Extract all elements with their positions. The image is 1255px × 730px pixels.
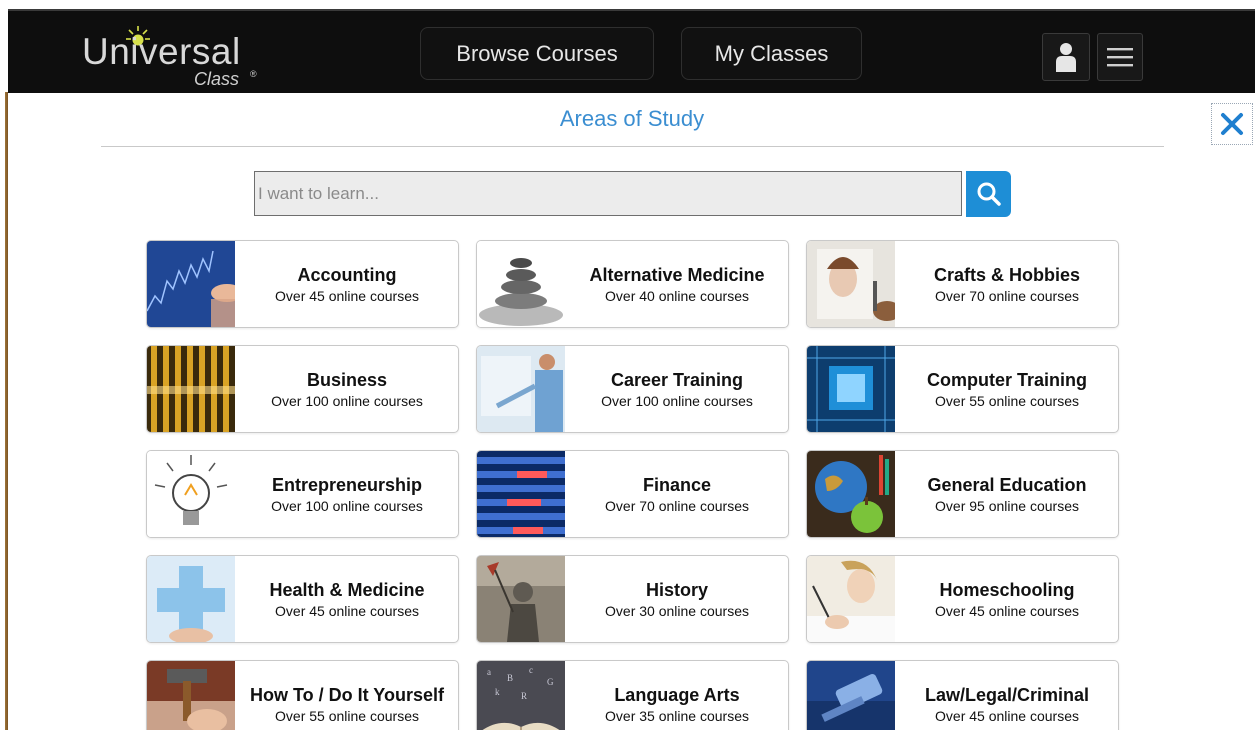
category-title: Computer Training bbox=[926, 369, 1087, 390]
category-course-count: Over 45 online courses bbox=[275, 287, 419, 304]
left-edge-border bbox=[0, 92, 8, 730]
search-button[interactable] bbox=[966, 171, 1011, 217]
svg-text:G: G bbox=[547, 677, 554, 687]
category-card-language-arts[interactable]: a Bc Gk R Language Arts Over 35 online cou… bbox=[476, 660, 789, 730]
accounting-thumbnail bbox=[147, 241, 235, 327]
gavel-thumbnail bbox=[807, 661, 895, 730]
logo-registered-mark: ® bbox=[250, 69, 257, 79]
category-card-history[interactable]: History Over 30 online courses bbox=[476, 555, 789, 643]
svg-text:R: R bbox=[521, 691, 527, 701]
category-card-health-medicine[interactable]: Health & Medicine Over 45 online courses bbox=[146, 555, 459, 643]
category-card-general-education[interactable]: General Education Over 95 online courses bbox=[806, 450, 1119, 538]
category-title: Crafts & Hobbies bbox=[933, 264, 1081, 285]
child-writing-thumbnail bbox=[807, 556, 895, 642]
category-card-accounting[interactable]: Accounting Over 45 online courses bbox=[146, 240, 459, 328]
category-title: Career Training bbox=[610, 369, 744, 390]
account-button[interactable] bbox=[1042, 33, 1090, 81]
hammer-thumbnail bbox=[147, 661, 235, 730]
category-course-count: Over 45 online courses bbox=[935, 602, 1079, 619]
category-course-count: Over 100 online courses bbox=[271, 497, 423, 514]
category-card-alternative-medicine[interactable]: Alternative Medicine Over 40 online cour… bbox=[476, 240, 789, 328]
category-card-entrepreneurship[interactable]: Entrepreneurship Over 100 online courses bbox=[146, 450, 459, 538]
category-card-crafts-hobbies[interactable]: Crafts & Hobbies Over 70 online courses bbox=[806, 240, 1119, 328]
svg-text:B: B bbox=[507, 673, 513, 683]
site-header: Universal Class ® Browse Courses My Clas… bbox=[8, 9, 1255, 93]
logo-subtext: Class bbox=[194, 69, 240, 89]
category-title: Health & Medicine bbox=[269, 579, 425, 600]
stock-ticker-thumbnail bbox=[477, 451, 565, 537]
category-card-business[interactable]: Business Over 100 online courses bbox=[146, 345, 459, 433]
category-course-count: Over 55 online courses bbox=[935, 392, 1079, 409]
category-card-homeschooling[interactable]: Homeschooling Over 45 online courses bbox=[806, 555, 1119, 643]
category-card-how-to-diy[interactable]: How To / Do It Yourself Over 55 online c… bbox=[146, 660, 459, 730]
globe-apple-thumbnail bbox=[807, 451, 895, 537]
category-card-career-training[interactable]: Career Training Over 100 online courses bbox=[476, 345, 789, 433]
svg-text:c: c bbox=[529, 665, 533, 675]
category-course-count: Over 45 online courses bbox=[935, 707, 1079, 724]
category-course-count: Over 100 online courses bbox=[271, 392, 423, 409]
category-title: Language Arts bbox=[614, 684, 740, 705]
search-icon bbox=[977, 182, 1001, 206]
category-course-count: Over 45 online courses bbox=[275, 602, 419, 619]
category-title: Finance bbox=[642, 474, 712, 495]
category-course-count: Over 95 online courses bbox=[935, 497, 1079, 514]
my-classes-button[interactable]: My Classes bbox=[681, 27, 862, 80]
category-title: Homeschooling bbox=[939, 579, 1075, 600]
category-course-count: Over 30 online courses bbox=[605, 602, 749, 619]
medical-cross-thumbnail bbox=[147, 556, 235, 642]
category-card-law-legal-criminal[interactable]: Law/Legal/Criminal Over 45 online course… bbox=[806, 660, 1119, 730]
category-title: Accounting bbox=[297, 264, 397, 285]
category-course-count: Over 70 online courses bbox=[605, 497, 749, 514]
hamburger-menu-icon bbox=[1107, 48, 1133, 67]
svg-text:k: k bbox=[495, 687, 500, 697]
category-course-count: Over 70 online courses bbox=[935, 287, 1079, 304]
open-book-thumbnail: a Bc Gk R bbox=[477, 661, 565, 730]
category-title: How To / Do It Yourself bbox=[249, 684, 444, 705]
category-title: Entrepreneurship bbox=[271, 474, 423, 495]
category-course-count: Over 40 online courses bbox=[605, 287, 749, 304]
category-course-count: Over 35 online courses bbox=[605, 707, 749, 724]
category-title: History bbox=[645, 579, 708, 600]
category-course-count: Over 55 online courses bbox=[275, 707, 419, 724]
painting-thumbnail bbox=[807, 241, 895, 327]
svg-text:a: a bbox=[487, 667, 491, 677]
browse-courses-button[interactable]: Browse Courses bbox=[420, 27, 654, 80]
close-icon bbox=[1221, 113, 1243, 135]
lightbulb-thumbnail bbox=[147, 451, 235, 537]
category-title: Law/Legal/Criminal bbox=[924, 684, 1090, 705]
category-card-finance[interactable]: Finance Over 70 online courses bbox=[476, 450, 789, 538]
skyscraper-thumbnail bbox=[147, 346, 235, 432]
page-title: Areas of Study bbox=[559, 106, 705, 131]
top-border bbox=[0, 0, 1255, 9]
close-panel-button[interactable] bbox=[1211, 103, 1253, 145]
category-course-count: Over 100 online courses bbox=[601, 392, 753, 409]
stacked-stones-thumbnail bbox=[477, 241, 565, 327]
circuit-chip-thumbnail bbox=[807, 346, 895, 432]
user-icon bbox=[1056, 43, 1076, 72]
category-card-computer-training[interactable]: Computer Training Over 55 online courses bbox=[806, 345, 1119, 433]
logo-text: Universal bbox=[82, 31, 241, 72]
menu-button[interactable] bbox=[1097, 33, 1143, 81]
category-title: Alternative Medicine bbox=[589, 264, 765, 285]
universal-class-logo[interactable]: Universal Class ® bbox=[82, 25, 272, 95]
knight-thumbnail bbox=[477, 556, 565, 642]
presenter-thumbnail bbox=[477, 346, 565, 432]
category-title: Business bbox=[306, 369, 388, 390]
category-title: General Education bbox=[927, 474, 1087, 495]
title-divider bbox=[101, 146, 1164, 147]
search-input[interactable] bbox=[254, 171, 962, 216]
